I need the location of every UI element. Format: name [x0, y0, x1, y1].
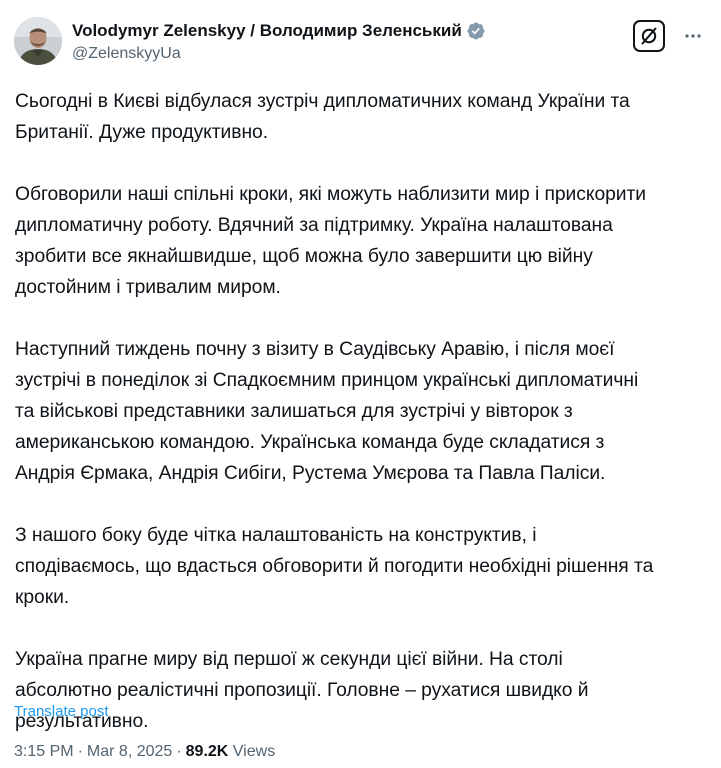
author-names: Volodymyr Zelenskyy / Володимир Зеленськ…	[72, 20, 486, 63]
display-name[interactable]: Volodymyr Zelenskyy / Володимир Зеленськ…	[72, 21, 462, 41]
grok-icon	[641, 27, 657, 45]
meta-separator: ·	[77, 743, 83, 760]
post-paragraph: З нашого боку буде чітка налаштованість …	[15, 525, 654, 608]
tweet: Volodymyr Zelenskyy / Володимир Зеленськ…	[0, 0, 721, 768]
tweet-header: Volodymyr Zelenskyy / Володимир Зеленськ…	[14, 14, 707, 70]
display-name-row: Volodymyr Zelenskyy / Володимир Зеленськ…	[72, 20, 486, 42]
grok-button[interactable]	[633, 20, 665, 52]
more-options-button[interactable]	[679, 22, 707, 50]
post-paragraph: Сьогодні в Києві відбулася зустріч дипло…	[15, 91, 630, 143]
post-paragraph: Україна прагне миру від першої ж секунди…	[15, 649, 589, 732]
post-meta: 3:15 PM · Mar 8, 2025 · 89.2K Views	[14, 743, 275, 761]
post-date[interactable]: Mar 8, 2025	[87, 743, 172, 760]
meta-separator: ·	[176, 743, 182, 760]
post-paragraph: Наступний тиждень почну з візиту в Сауді…	[15, 339, 639, 484]
post-time[interactable]: 3:15 PM	[14, 743, 74, 760]
more-horizontal-icon	[685, 34, 701, 38]
author-handle[interactable]: @ZelenskyyUa	[72, 45, 486, 63]
views-count: 89.2K	[185, 743, 229, 760]
avatar-image	[14, 17, 62, 65]
views-label: Views	[232, 743, 276, 760]
post-paragraph: Обговорили наші спільні кроки, які можут…	[15, 184, 647, 298]
translate-post-link[interactable]: Translate post	[14, 703, 109, 720]
post-text: Сьогодні в Києві відбулася зустріч дипло…	[15, 86, 715, 737]
verified-badge-icon[interactable]	[466, 21, 486, 41]
avatar[interactable]	[14, 17, 62, 65]
